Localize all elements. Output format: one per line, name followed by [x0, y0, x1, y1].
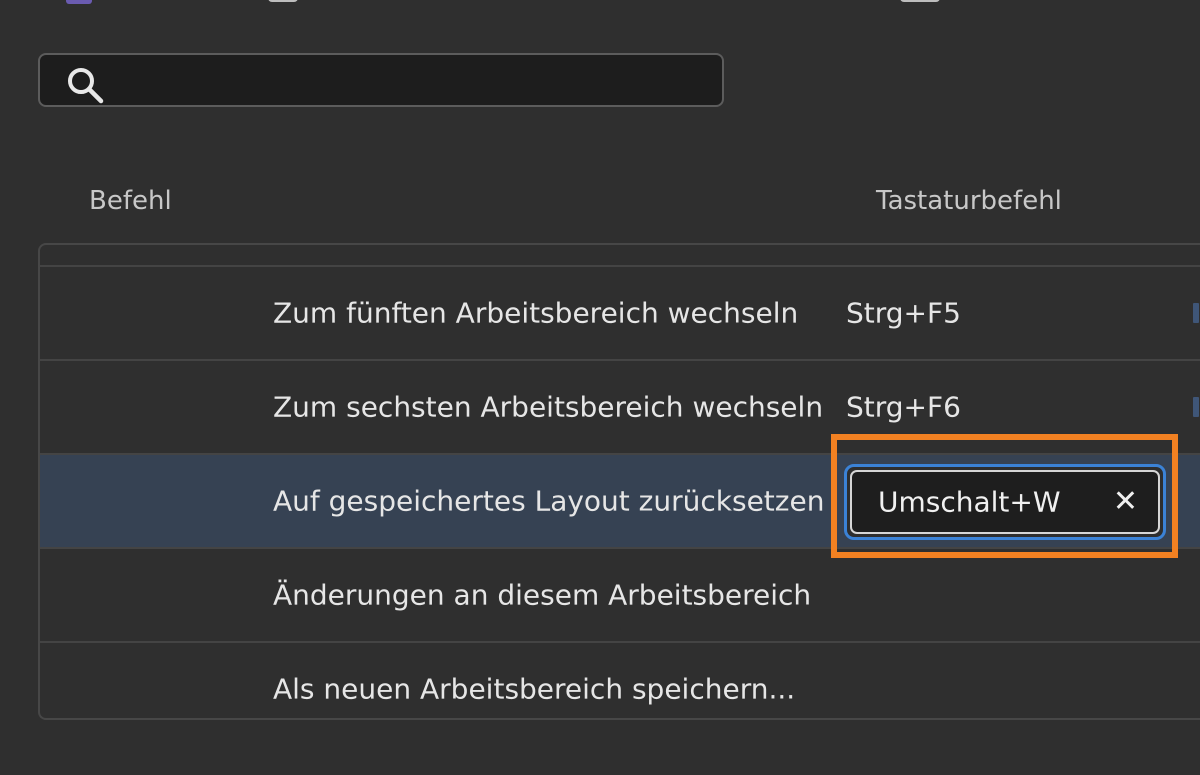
search-input[interactable]	[110, 63, 714, 99]
column-header-shortcut[interactable]: Tastaturbefehl	[876, 186, 1062, 216]
command-label: Zum sechsten Arbeitsbereich wechseln	[273, 390, 824, 424]
table-row[interactable]: Zum fünften Arbeitsbereich wechseln Strg…	[40, 265, 1200, 359]
shortcut-value: Umschalt+W	[878, 485, 1061, 519]
cropped-title-fragment	[268, 0, 298, 2]
command-label: Zum fünften Arbeitsbereich wechseln	[273, 296, 799, 330]
column-header-command[interactable]: Befehl	[89, 186, 172, 216]
shortcut-label[interactable]: Strg+F6	[846, 391, 961, 424]
table-row[interactable]: Änderungen an diesem Arbeitsbereich	[40, 547, 1200, 641]
shortcut-list: Zum fünften Arbeitsbereich wechseln Strg…	[38, 243, 1200, 720]
row-edge-marker	[1193, 397, 1199, 417]
command-label: Auf gespeichertes Layout zurücksetzen	[273, 484, 825, 518]
search-icon	[68, 68, 104, 104]
clear-shortcut-button[interactable]: ✕	[1113, 487, 1138, 517]
row-edge-marker	[1193, 303, 1199, 323]
table-row[interactable]: Zum sechsten Arbeitsbereich wechseln Str…	[40, 359, 1200, 453]
table-row[interactable]: Als neuen Arbeitsbereich speichern...	[40, 641, 1200, 718]
command-label: Als neuen Arbeitsbereich speichern...	[273, 672, 796, 706]
search-box[interactable]	[38, 53, 724, 107]
cropped-title-fragment	[900, 0, 940, 2]
app-icon	[66, 0, 92, 4]
shortcut-field[interactable]: Umschalt+W ✕	[850, 470, 1160, 534]
table-row-selected[interactable]: Auf gespeichertes Layout zurücksetzen Um…	[40, 453, 1200, 547]
shortcut-label[interactable]: Strg+F5	[846, 297, 961, 330]
shortcut-editor[interactable]: Umschalt+W ✕	[844, 464, 1166, 540]
command-label: Änderungen an diesem Arbeitsbereich	[273, 578, 812, 612]
